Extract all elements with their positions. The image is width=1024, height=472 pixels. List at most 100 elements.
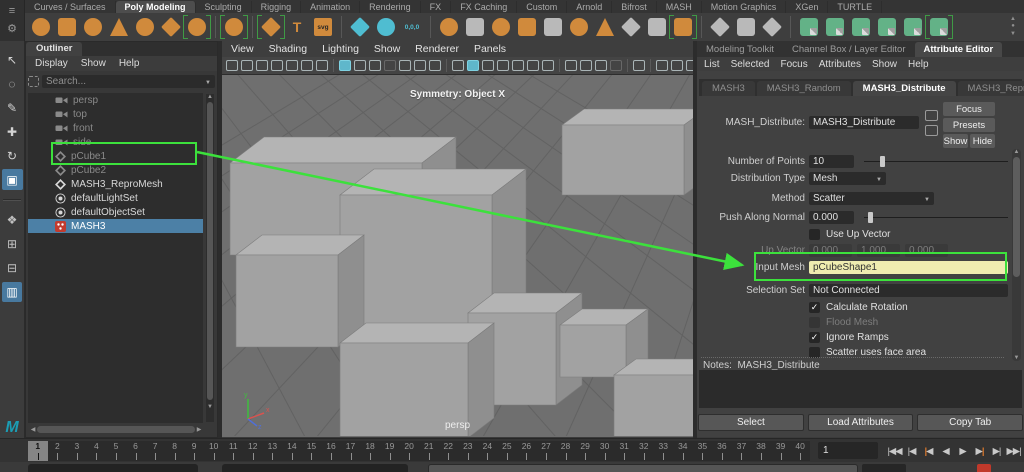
ae-menu-selected[interactable]: Selected (731, 59, 770, 70)
load-attributes-button[interactable]: Load Attributes (808, 414, 914, 431)
ae-menu-list[interactable]: List (704, 59, 720, 70)
timeline-frame-1[interactable]: 1 (28, 441, 48, 461)
separate-icon[interactable] (465, 17, 485, 37)
step-forward-key-button[interactable]: ▶| (971, 446, 988, 457)
node-name-input[interactable]: MASH3_Distribute (809, 116, 919, 129)
poly-cylinder-icon[interactable] (83, 17, 103, 37)
camera-attributes-icon[interactable] (256, 60, 268, 71)
multisample-icon[interactable] (595, 60, 607, 71)
mash-cube-icon[interactable] (877, 17, 897, 37)
node-tab-mash3-repro[interactable]: MASH3_Repro (958, 81, 1024, 96)
mash-curve-icon[interactable] (825, 17, 845, 37)
timeline-frame-20[interactable]: 20 (399, 441, 419, 461)
main-menu-icon[interactable]: ≡ (9, 6, 15, 17)
outliner-item-front[interactable]: front (28, 121, 203, 135)
step-forward-frame-button[interactable]: ▶| (988, 446, 1005, 457)
wireframe-icon[interactable] (452, 60, 464, 71)
mash-falloff-icon[interactable] (851, 17, 871, 37)
timeline-frame-29[interactable]: 29 (575, 441, 595, 461)
menubar-corner[interactable]: ≡⚙ (0, 0, 25, 41)
range-slider[interactable] (428, 464, 858, 472)
shelf-tab-fx[interactable]: FX (421, 1, 452, 13)
move-tool[interactable]: ✚ (2, 121, 23, 142)
timeline-frame-26[interactable]: 26 (517, 441, 537, 461)
timeline-frame-40[interactable]: 40 (790, 441, 810, 461)
scroll-down-icon[interactable]: ▼ (1012, 355, 1021, 361)
shelf-tab-arnold[interactable]: Arnold (567, 1, 612, 13)
poly-cube-icon[interactable] (57, 17, 77, 37)
show-button[interactable]: Show (943, 134, 968, 148)
viewport-menu-panels[interactable]: Panels (474, 43, 506, 55)
auto-key-icon[interactable] (977, 464, 991, 472)
lighting-icon[interactable] (527, 60, 539, 71)
shelf-tab-mash[interactable]: MASH (657, 1, 702, 13)
panel-tab-attribute-editor[interactable]: Attribute Editor (915, 42, 1003, 57)
playback-speed-field[interactable] (862, 464, 906, 472)
timeline-frame-32[interactable]: 32 (634, 441, 654, 461)
animation-end-field[interactable] (222, 464, 408, 472)
shadows-icon[interactable] (542, 60, 554, 71)
shelf-tab-motion-graphics[interactable]: Motion Graphics (702, 1, 787, 13)
timeline-frame-3[interactable]: 3 (67, 441, 87, 461)
timeline-frame-15[interactable]: 15 (302, 441, 322, 461)
timeline-frame-21[interactable]: 21 (419, 441, 439, 461)
outliner-menu-show[interactable]: Show (81, 58, 106, 69)
play-forwards-button[interactable]: ▶ (954, 446, 971, 457)
flip-normals-icon[interactable] (595, 17, 615, 37)
animation-start-field[interactable] (28, 464, 198, 472)
grease-pencil-icon[interactable] (316, 60, 328, 71)
type-tool-icon[interactable]: T (287, 17, 307, 37)
time-slider[interactable]: 1234567891011121314151617181920212223242… (28, 441, 810, 461)
layout-single-pane[interactable]: ❖ (2, 210, 22, 230)
poly-torus-icon[interactable] (135, 17, 155, 37)
go-to-start-button[interactable]: |◀◀ (886, 446, 903, 457)
shelf-tab-turtle[interactable]: TURTLE (828, 1, 882, 13)
attribute-editor-scrollbar[interactable]: ▲ ▼ (1012, 149, 1021, 361)
timeline-frame-9[interactable]: 9 (184, 441, 204, 461)
lasso-select-tool[interactable]: ◌ (2, 73, 23, 94)
search-dropdown-icon[interactable] (205, 76, 211, 87)
outliner-hscrollbar[interactable]: ◀ ▶ (29, 425, 203, 434)
timeline-frame-38[interactable]: 38 (751, 441, 771, 461)
calculate-rotation-checkbox[interactable] (809, 302, 820, 313)
timeline-frame-30[interactable]: 30 (595, 441, 615, 461)
node-tab-mash3-distribute[interactable]: MASH3_Distribute (853, 81, 956, 96)
shelf-scroll-down-icon[interactable]: ▼ (1010, 31, 1016, 38)
timeline-frame-5[interactable]: 5 (106, 441, 126, 461)
outliner-item-pcube1[interactable]: pCube1 (28, 149, 203, 163)
notes-textarea[interactable] (699, 370, 1022, 408)
outliner-menu-display[interactable]: Display (35, 58, 68, 69)
use-up-vector-checkbox[interactable] (809, 229, 820, 240)
two-d-pan-zoom-icon[interactable] (301, 60, 313, 71)
presets-button[interactable]: Presets (943, 118, 995, 132)
push-along-normal-input[interactable]: 0.000 (809, 211, 854, 224)
timeline-frame-6[interactable]: 6 (126, 441, 146, 461)
shelf-scroll-dot-icon[interactable]: ● (1011, 23, 1015, 30)
svg-tool-icon[interactable]: svg (313, 17, 333, 37)
timeline-frame-22[interactable]: 22 (438, 441, 458, 461)
connection-in-icon[interactable] (925, 110, 938, 121)
platonic-solid-icon[interactable] (224, 17, 244, 37)
notes-divider[interactable] (701, 357, 1004, 358)
poly-wheel-icon[interactable] (569, 17, 589, 37)
crease-tool-icon[interactable] (710, 17, 730, 37)
timeline-frame-19[interactable]: 19 (380, 441, 400, 461)
shelf-tab-custom[interactable]: Custom (517, 1, 567, 13)
duplicate-face-icon[interactable] (621, 17, 641, 37)
mash-editor-icon[interactable] (929, 17, 949, 37)
resolution-gate-icon[interactable] (369, 60, 381, 71)
boolean-cube-icon[interactable] (517, 17, 537, 37)
xray-joints-icon[interactable] (671, 60, 683, 71)
outliner-item-persp[interactable]: persp (28, 93, 203, 107)
node-tab-mash3[interactable]: MASH3 (702, 81, 755, 96)
paint-select-tool[interactable]: ✎ (2, 97, 23, 118)
timeline-frame-25[interactable]: 25 (497, 441, 517, 461)
timeline-frame-31[interactable]: 31 (614, 441, 634, 461)
outliner-item-defaultobjectset[interactable]: defaultObjectSet (28, 205, 203, 219)
ae-menu-attributes[interactable]: Attributes (819, 59, 861, 70)
timeline-frame-13[interactable]: 13 (263, 441, 283, 461)
shaded-icon[interactable] (467, 60, 479, 71)
viewport-menu-lighting[interactable]: Lighting (322, 43, 359, 55)
ae-menu-focus[interactable]: Focus (780, 59, 807, 70)
scene-render[interactable] (222, 75, 693, 436)
